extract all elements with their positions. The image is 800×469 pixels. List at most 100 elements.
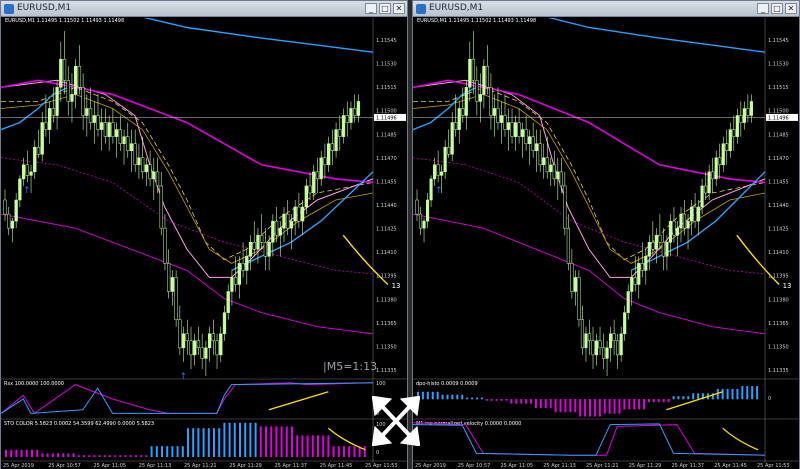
candle-body [718, 157, 722, 166]
candle-body [651, 241, 655, 250]
sto-color-bar [197, 428, 200, 457]
close-button[interactable]: ✕ [393, 3, 405, 14]
time-label: 25 Apr 2019 [3, 463, 34, 469]
window-titlebar[interactable]: EURUSD,M1 _ □ ✕ [1, 1, 407, 17]
sto-color-bar [192, 428, 195, 457]
marker-text: 13 [783, 282, 792, 290]
time-label: 25 Apr 11:29 [629, 463, 662, 469]
candle-body [482, 65, 486, 95]
maximize-button[interactable]: □ [771, 3, 783, 14]
candle-body [535, 143, 539, 151]
dpo-histo-bar [746, 386, 749, 400]
price-chart-svg[interactable]: EURUSD,M1 1.11495 1.11502 1.11493 1.1149… [1, 18, 407, 469]
candle-body [155, 171, 160, 187]
minimize-button[interactable]: _ [365, 3, 377, 14]
candle-body [735, 115, 739, 137]
candle-body [304, 185, 308, 208]
candle-body [489, 87, 493, 116]
candle-body [230, 277, 234, 292]
price-chart-area[interactable]: EURUSD,M1 1.11495 1.11502 1.11493 1.1149… [413, 18, 799, 469]
candle-body [118, 129, 122, 144]
candle-body [742, 108, 746, 123]
time-label: 25 Apr 11:05 [501, 463, 534, 469]
candle-body [245, 256, 249, 271]
price-label: 1.11425 [376, 227, 397, 233]
panel1-scale: 0 [768, 396, 771, 402]
dpo-histo-bar [579, 399, 582, 417]
candle-body [672, 220, 676, 236]
sto-color-bar [51, 453, 54, 457]
marker-text: 13 [392, 282, 401, 290]
time-label: 25 Apr 11:13 [139, 463, 172, 469]
candle-body [137, 157, 141, 166]
sto-color-bar [254, 422, 257, 457]
sto-color-bar [41, 453, 44, 457]
candle-body [226, 291, 230, 313]
candle-body [601, 347, 606, 359]
sto-color-bar [233, 422, 236, 457]
dpo-histo-bar [662, 399, 665, 403]
cross-arrows-icon [372, 396, 420, 446]
candle-body [623, 312, 627, 335]
time-label: 25 Apr 11:45 [714, 463, 747, 469]
candle-body [415, 199, 419, 215]
price-label: 1.11365 [768, 321, 789, 327]
price-label: 1.11485 [376, 132, 397, 138]
dpo-histo-bar [505, 399, 508, 401]
dpo-histo-bar [539, 399, 542, 408]
sto-color-bar [207, 428, 210, 457]
close-button[interactable]: ✕ [785, 3, 797, 14]
candle-body [341, 115, 346, 137]
candle-body [330, 143, 335, 151]
sto-color-bar [223, 422, 226, 457]
candle-body [499, 115, 504, 123]
sto-color-bar [348, 446, 351, 457]
candle-body [630, 277, 634, 292]
price-chart-svg[interactable]: EURUSD,M1 1.11495 1.11502 1.11493 1.1149… [413, 18, 799, 469]
sto-color-bar [332, 446, 335, 457]
dpo-histo-bar [623, 399, 626, 410]
price-label: 1.11335 [376, 368, 397, 374]
candle-body [282, 213, 286, 229]
candle-body [36, 146, 41, 155]
candle-body [461, 108, 465, 116]
dpo-histo-bar [461, 394, 464, 400]
candle-body [300, 206, 305, 222]
candle-body [62, 58, 67, 81]
dpo-histo-bar [756, 386, 759, 400]
window-title: EURUSD,M1 [17, 3, 72, 13]
candle-body [326, 143, 331, 166]
sto-color-bar [317, 435, 319, 457]
chart-window-right[interactable]: EURUSD,M1 _ □ ✕ EURUSD,M1 1.11495 1.1150… [412, 0, 800, 469]
price-chart-area[interactable]: EURUSD,M1 1.11495 1.11502 1.11493 1.1149… [1, 18, 407, 469]
chart-window-left[interactable]: EURUSD,M1 _ □ ✕ EURUSD,M1 1.11495 1.1150… [0, 0, 408, 469]
sto-color-bar [46, 453, 49, 457]
candle-body [345, 115, 349, 123]
candle-body [107, 122, 111, 137]
sto-color-bar [166, 446, 169, 457]
candle-body [44, 122, 48, 130]
minimize-button[interactable]: _ [757, 3, 769, 14]
dpo-histo-bar [633, 399, 636, 410]
candle-body [450, 122, 454, 155]
sto-color-bar [77, 455, 80, 457]
window-titlebar[interactable]: EURUSD,M1 _ □ ✕ [413, 1, 799, 17]
dpo-histo-bar [613, 399, 616, 414]
dpo-histo-bar [456, 394, 459, 400]
candle-body [59, 58, 63, 88]
candle-body [334, 129, 338, 151]
dpo-histo-bar [652, 399, 655, 403]
sto-color-bar [202, 428, 205, 457]
price-label: 1.11440 [768, 203, 789, 209]
dpo-histo-bar [721, 388, 724, 400]
candle-body [609, 333, 613, 349]
candle-body [122, 136, 126, 144]
candle-body [725, 143, 729, 151]
candle-body [286, 213, 290, 229]
candle-body [619, 333, 623, 356]
price-label: 1.11440 [376, 203, 397, 209]
sto-color-bar [275, 426, 278, 457]
maximize-button[interactable]: □ [379, 3, 391, 14]
sto-color-bar [109, 455, 111, 457]
candle-body [640, 263, 644, 271]
